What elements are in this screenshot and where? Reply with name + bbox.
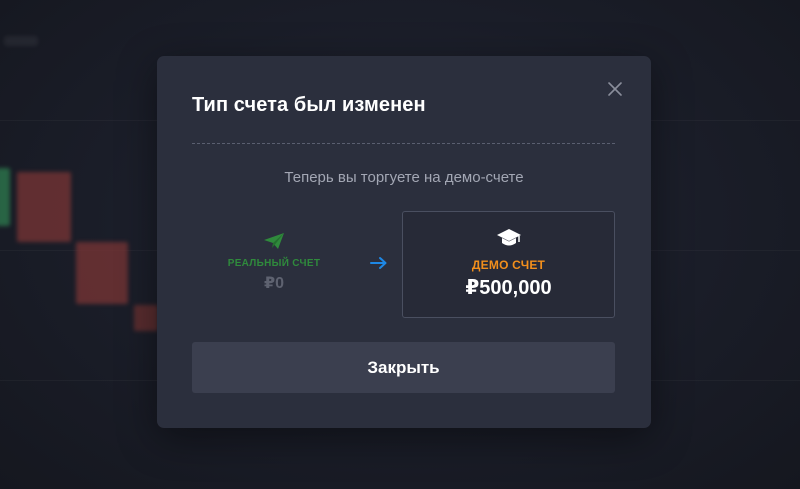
modal-subtitle: Теперь вы торгуете на демо-счете — [284, 169, 524, 186]
arrow-right-icon — [370, 256, 388, 270]
graduation-cap-icon — [496, 227, 522, 249]
chart-candle — [17, 172, 71, 242]
chart-candle — [0, 168, 10, 226]
account-changed-modal: Тип счета был изменен Теперь вы торгуете… — [157, 56, 651, 428]
real-account-label: РЕАЛЬНЫЙ СЧЕТ — [227, 258, 321, 269]
chart-price-label — [4, 36, 38, 46]
real-account-balance: ₽0 — [263, 275, 285, 292]
demo-account-label: ДЕМО СЧЕТ — [471, 258, 546, 272]
chart-candle — [134, 305, 158, 331]
chart-candle — [76, 242, 128, 304]
real-account-block: РЕАЛЬНЫЙ СЧЕТ ₽0 — [217, 232, 331, 293]
demo-account-card: ДЕМО СЧЕТ ₽500,000 — [402, 211, 615, 318]
close-button[interactable]: Закрыть — [192, 342, 615, 393]
close-icon[interactable] — [606, 80, 624, 98]
modal-title: Тип счета был изменен — [192, 94, 426, 116]
modal-divider — [192, 143, 615, 144]
demo-account-balance: ₽500,000 — [465, 277, 552, 299]
paper-plane-icon — [263, 232, 285, 250]
